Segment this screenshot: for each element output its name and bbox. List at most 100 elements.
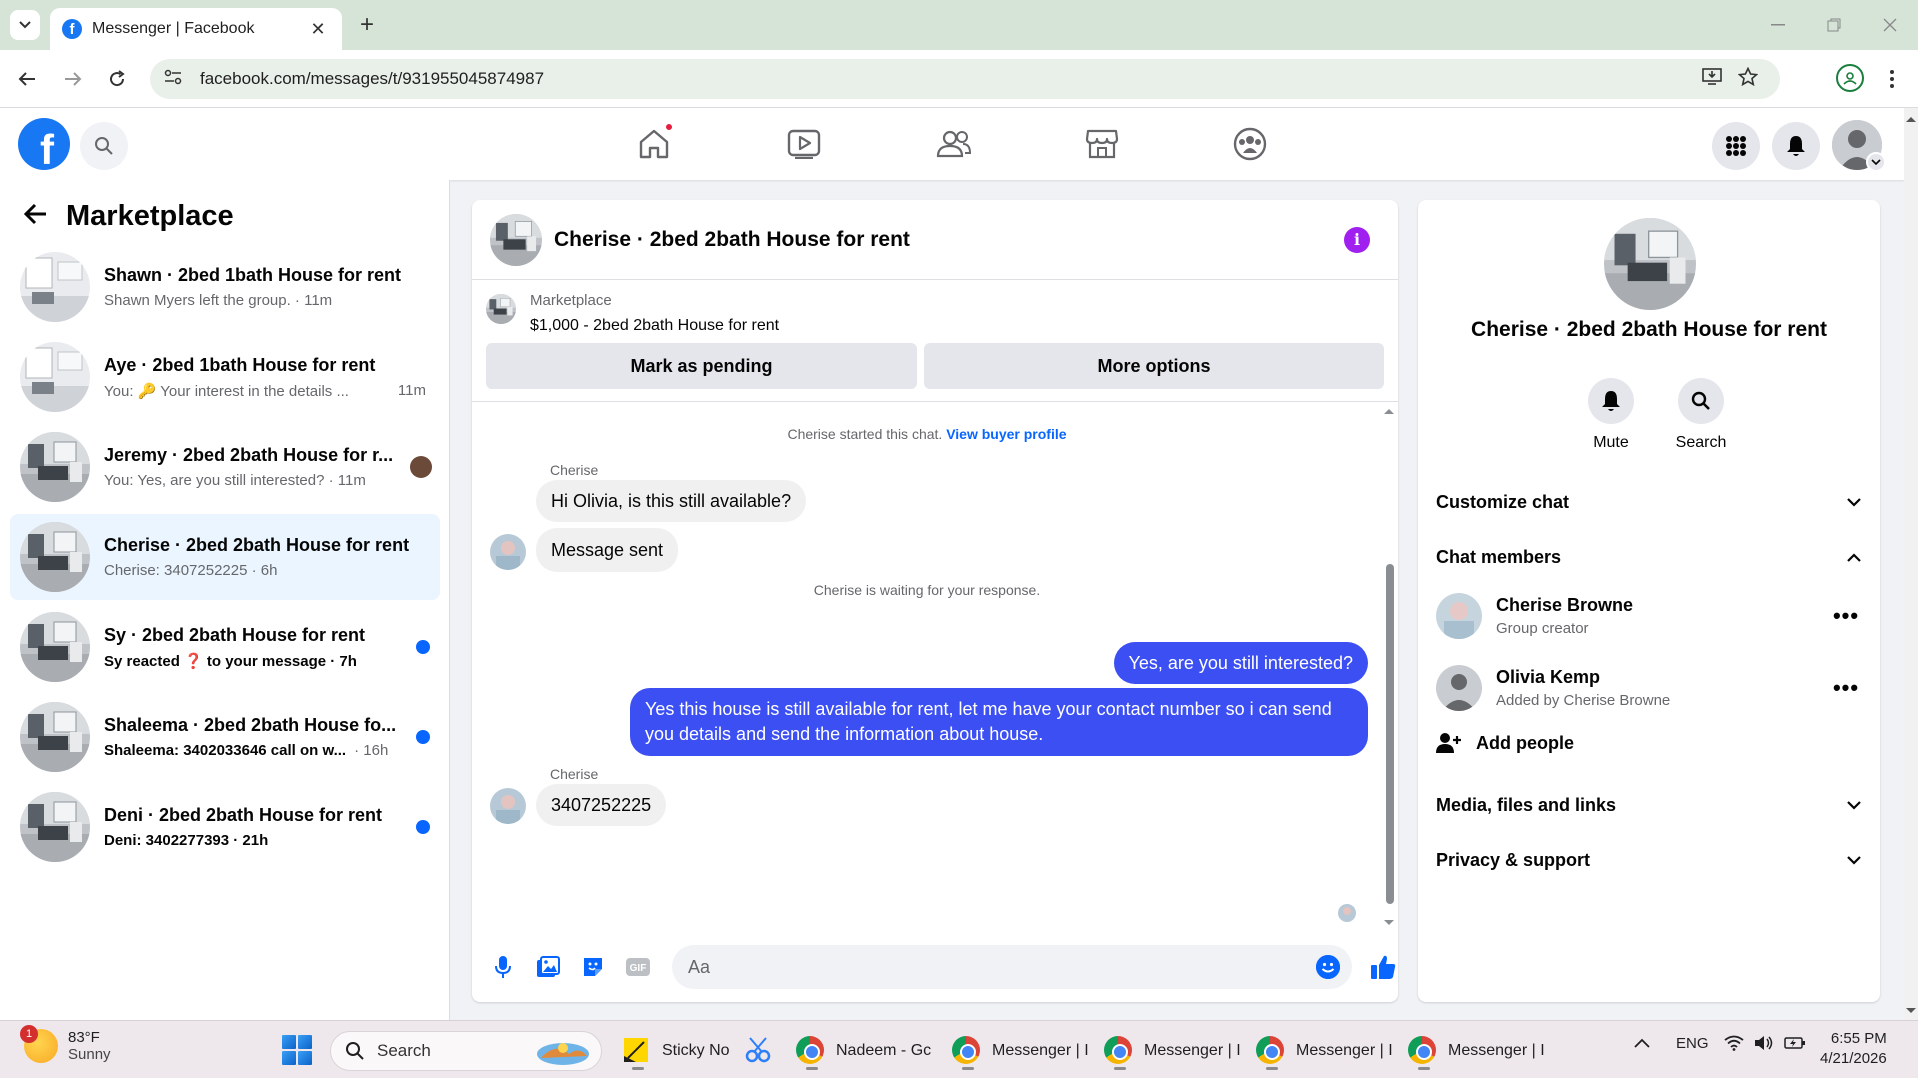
customize-chat-section[interactable]: Customize chat bbox=[1436, 485, 1866, 519]
weather-temperature: 83°F bbox=[68, 1029, 100, 1046]
taskbar-app-chrome-messenger[interactable]: Messenger | I bbox=[1408, 1029, 1545, 1073]
friends-nav-button[interactable] bbox=[924, 120, 984, 168]
close-icon bbox=[1883, 18, 1897, 32]
listing-thumbnail bbox=[20, 252, 90, 322]
taskbar-search[interactable]: Search bbox=[330, 1031, 602, 1071]
incoming-message[interactable]: Hi Olivia, is this still available? bbox=[536, 480, 807, 522]
address-bar[interactable]: facebook.com/messages/t/931955045874987 bbox=[150, 59, 1780, 99]
conversation-item[interactable]: Shawn · 2bed 1bath House for rent Shawn … bbox=[10, 244, 440, 330]
chat-title[interactable]: Cherise · 2bed 2bath House for rent bbox=[554, 228, 1344, 252]
show-hidden-icons-button[interactable] bbox=[1634, 1035, 1650, 1052]
message-input[interactable]: Aa bbox=[672, 945, 1352, 989]
conversation-preview: Shaleema: 3402033646 call on w... bbox=[104, 742, 347, 759]
conversation-item-active[interactable]: Cherise · 2bed 2bath House for rent Cher… bbox=[10, 514, 440, 600]
marketplace-nav-button[interactable] bbox=[1072, 120, 1132, 168]
chat-avatar[interactable] bbox=[490, 213, 542, 266]
chat-member-row[interactable]: Olivia Kemp Added by Cherise Browne ••• bbox=[1436, 660, 1866, 716]
conversation-item[interactable]: Sy · 2bed 2bath House for rent Sy reacte… bbox=[10, 604, 440, 690]
info-icon[interactable]: i bbox=[1344, 226, 1370, 253]
taskbar-app-label: Nadeem - Gc bbox=[836, 1042, 932, 1059]
chat-member-row[interactable]: Cherise Browne Group creator ••• bbox=[1436, 588, 1866, 644]
scroll-up-icon[interactable] bbox=[1904, 114, 1918, 124]
more-options-button[interactable]: More options bbox=[924, 343, 1384, 389]
taskbar-app-chrome-messenger[interactable]: Messenger | I bbox=[952, 1029, 1089, 1073]
view-buyer-profile-link[interactable]: View buyer profile bbox=[946, 426, 1066, 442]
facebook-logo-icon[interactable]: f bbox=[18, 118, 70, 170]
taskbar-app-chrome-messenger[interactable]: Messenger | I bbox=[1104, 1029, 1241, 1073]
facebook-search-button[interactable] bbox=[80, 122, 128, 170]
reload-button[interactable] bbox=[100, 62, 134, 96]
browser-profile-icon[interactable] bbox=[1836, 64, 1864, 92]
member-more-options-icon[interactable]: ••• bbox=[1826, 675, 1866, 701]
scroll-down-icon[interactable] bbox=[1904, 1006, 1918, 1016]
scroll-down-icon[interactable] bbox=[1382, 918, 1396, 928]
notifications-button[interactable] bbox=[1772, 122, 1820, 170]
privacy-support-section[interactable]: Privacy & support bbox=[1436, 843, 1866, 877]
chat-members-section[interactable]: Chat members bbox=[1436, 540, 1866, 574]
taskbar-app-snipping-tool[interactable] bbox=[744, 1029, 784, 1073]
media-files-links-section[interactable]: Media, files and links bbox=[1436, 788, 1866, 822]
bell-icon bbox=[1787, 136, 1805, 156]
back-arrow-icon[interactable] bbox=[23, 200, 48, 232]
menu-grid-button[interactable] bbox=[1712, 122, 1760, 170]
emoji-icon[interactable] bbox=[1316, 955, 1340, 979]
close-window-button[interactable] bbox=[1870, 10, 1910, 40]
browser-tab-messenger[interactable]: f Messenger | Facebook ✕ bbox=[50, 8, 342, 50]
video-nav-button[interactable] bbox=[774, 120, 834, 168]
taskbar-app-chrome-nadeem[interactable]: Nadeem - Gc bbox=[796, 1029, 931, 1073]
mark-as-pending-button[interactable]: Mark as pending bbox=[486, 343, 917, 389]
browser-menu-icon[interactable] bbox=[1880, 62, 1904, 96]
incoming-message[interactable]: 3407252225 bbox=[536, 784, 667, 826]
outgoing-message[interactable]: Yes this house is still available for re… bbox=[630, 688, 1368, 756]
gif-icon[interactable]: GIF bbox=[623, 952, 653, 982]
home-nav-button[interactable] bbox=[624, 120, 684, 168]
microphone-icon[interactable] bbox=[488, 952, 518, 982]
forward-button[interactable] bbox=[56, 62, 90, 96]
conversation-item[interactable]: Jeremy · 2bed 2bath House for r... You: … bbox=[10, 424, 440, 510]
sticker-icon[interactable] bbox=[578, 952, 608, 982]
back-button[interactable] bbox=[10, 62, 44, 96]
chat-scrollbar[interactable] bbox=[1382, 402, 1396, 932]
wifi-icon bbox=[1724, 1035, 1744, 1051]
system-clock[interactable]: 6:55 PM 4/21/2026 bbox=[1820, 1029, 1887, 1069]
url-text[interactable]: facebook.com/messages/t/931955045874987 bbox=[200, 69, 1702, 89]
listing-thumbnail[interactable] bbox=[486, 294, 516, 324]
listing-thumbnail bbox=[20, 792, 90, 862]
start-button[interactable] bbox=[282, 1035, 312, 1065]
incoming-message[interactable]: Message sent bbox=[536, 528, 679, 572]
page-scrollbar[interactable] bbox=[1904, 108, 1918, 1020]
minimize-button[interactable] bbox=[1758, 10, 1798, 40]
add-people-button[interactable]: Add people bbox=[1436, 732, 1574, 754]
restore-button[interactable] bbox=[1814, 10, 1854, 40]
facebook-header: f bbox=[0, 108, 1904, 180]
conversation-item[interactable]: Deni · 2bed 2bath House for rent Deni: 3… bbox=[10, 784, 440, 870]
outgoing-message[interactable]: Yes, are you still interested? bbox=[1113, 642, 1368, 684]
member-more-options-icon[interactable]: ••• bbox=[1826, 603, 1866, 629]
search-in-chat-button[interactable]: Search bbox=[1661, 378, 1741, 452]
input-language-indicator[interactable]: ENG bbox=[1676, 1035, 1709, 1052]
taskbar-app-sticky-notes[interactable]: Sticky No bbox=[622, 1029, 730, 1073]
site-settings-icon[interactable] bbox=[164, 69, 186, 90]
system-tray-icons[interactable] bbox=[1724, 1035, 1806, 1051]
install-app-icon[interactable] bbox=[1702, 67, 1722, 92]
like-thumb-icon[interactable] bbox=[1368, 952, 1398, 982]
bookmark-star-icon[interactable] bbox=[1737, 66, 1759, 92]
new-tab-button[interactable]: + bbox=[352, 10, 382, 40]
conversation-item[interactable]: Aye · 2bed 1bath House for rent You: 🔑 Y… bbox=[10, 334, 440, 420]
conversation-item[interactable]: Shaleema · 2bed 2bath House fo... Shalee… bbox=[10, 694, 440, 780]
search-icon bbox=[95, 137, 113, 155]
account-chevron-icon[interactable] bbox=[1866, 152, 1886, 172]
tab-search-button[interactable] bbox=[10, 10, 40, 40]
tab-close-button[interactable]: ✕ bbox=[306, 19, 330, 40]
weather-widget[interactable]: 1 83°F Sunny bbox=[20, 1025, 111, 1063]
sender-avatar[interactable] bbox=[490, 534, 526, 570]
groups-nav-button[interactable] bbox=[1220, 120, 1280, 168]
sender-avatar[interactable] bbox=[490, 788, 526, 824]
chat-scroll-thumb[interactable] bbox=[1386, 564, 1394, 904]
photo-attach-icon[interactable] bbox=[533, 952, 563, 982]
mute-button[interactable]: Mute bbox=[1571, 378, 1651, 452]
scroll-up-icon[interactable] bbox=[1382, 406, 1396, 416]
listing-title[interactable]: $1,000 - 2bed 2bath House for rent bbox=[530, 317, 779, 335]
search-icon bbox=[346, 1042, 364, 1060]
taskbar-app-chrome-messenger[interactable]: Messenger | I bbox=[1256, 1029, 1393, 1073]
